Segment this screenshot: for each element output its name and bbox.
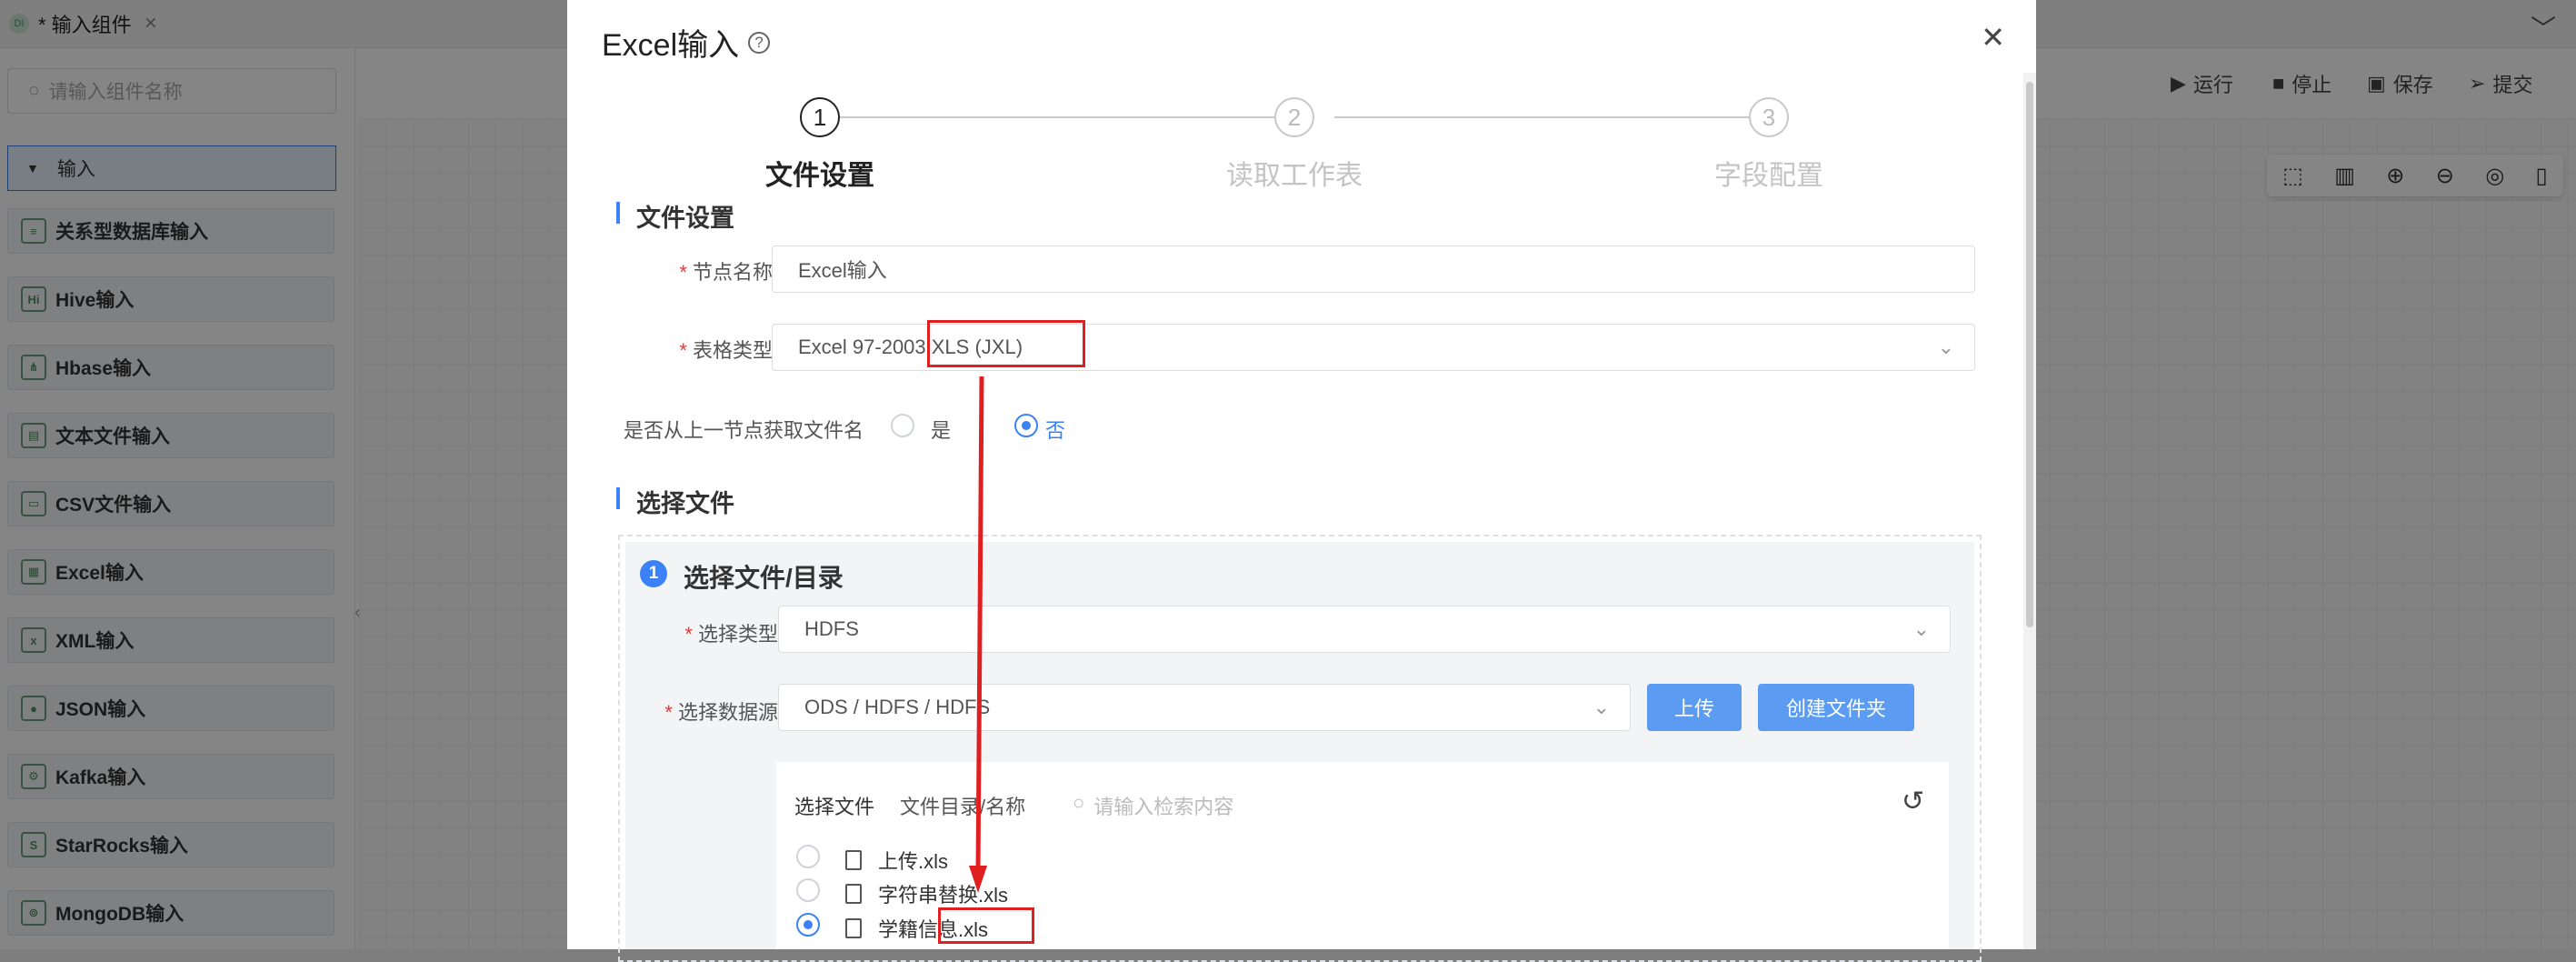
chevron-down-icon: ⌄: [1593, 696, 1610, 718]
step-3-circle[interactable]: 3: [1749, 97, 1789, 137]
datasource-dropdown[interactable]: ODS / HDFS / HDFS ⌄: [778, 684, 1631, 731]
section-file-settings: 文件设置: [616, 198, 734, 234]
close-icon[interactable]: ✕: [1981, 20, 2005, 55]
step-2-label[interactable]: 读取工作表: [1158, 153, 1431, 193]
file-search-input[interactable]: ○ 请输入检索内容: [1073, 791, 1233, 820]
dialog-title-text: Excel输入: [602, 28, 740, 63]
radio-yes-label[interactable]: 是: [931, 415, 951, 444]
help-icon[interactable]: ?: [748, 31, 771, 54]
chevron-down-icon: ⌄: [1937, 336, 1954, 358]
create-folder-button[interactable]: 创建文件夹: [1758, 684, 1914, 731]
file-col-select: 选择文件: [794, 796, 875, 818]
search-icon: ○: [1073, 791, 1085, 814]
step-1-label[interactable]: 文件设置: [684, 153, 956, 193]
datasource-value: ODS / HDFS / HDFS: [804, 696, 991, 718]
step-2-circle[interactable]: 2: [1274, 97, 1314, 137]
radio-no[interactable]: [1014, 414, 1038, 437]
file-row-1[interactable]: 上传.xls: [845, 846, 948, 875]
from-prev-node-label: 是否从上一节点获取文件名: [624, 419, 864, 442]
select-type-label: * 选择类型: [684, 623, 778, 646]
table-type-label: * 表格类型: [679, 339, 773, 362]
file-icon: [845, 850, 862, 870]
section-select-file: 选择文件: [616, 484, 734, 519]
annotation-arrow: [969, 376, 987, 893]
step-connector: [840, 116, 1294, 118]
select-type-value: HDFS: [804, 617, 859, 640]
datasource-label: * 选择数据源: [664, 701, 778, 724]
radio-yes[interactable]: [891, 414, 914, 437]
radio-no-label[interactable]: 否: [1045, 415, 1065, 444]
dialog-title: Excel输入 ?: [602, 20, 771, 65]
step-1-circle[interactable]: 1: [800, 97, 840, 137]
node-name-input[interactable]: Excel输入: [772, 246, 1975, 293]
dialog-scrollbar[interactable]: [2023, 73, 2036, 949]
file-icon: [845, 918, 862, 938]
file-radio-2[interactable]: [796, 878, 820, 902]
annotation-box-xls: [927, 320, 1085, 367]
file-radio-3[interactable]: [796, 913, 820, 937]
excel-input-dialog: Excel输入 ? ✕ 1 2 3 文件设置 读取工作表 字段配置 文件设置 *…: [567, 0, 2036, 962]
select-type-dropdown[interactable]: HDFS ⌄: [778, 606, 1951, 653]
step-connector: [1334, 116, 1789, 118]
upload-button[interactable]: 上传: [1647, 684, 1742, 731]
node-name-label: * 节点名称: [679, 261, 773, 284]
file-radio-1[interactable]: [796, 845, 820, 868]
step-3-label[interactable]: 字段配置: [1632, 153, 1905, 193]
annotation-box-file: [938, 907, 1034, 944]
file-icon: [845, 884, 862, 904]
chevron-down-icon: ⌄: [1912, 617, 1930, 640]
refresh-icon[interactable]: ↺: [1902, 786, 1924, 817]
step-badge: 1: [640, 560, 667, 587]
select-dir-title: 选择文件/目录: [684, 564, 844, 592]
